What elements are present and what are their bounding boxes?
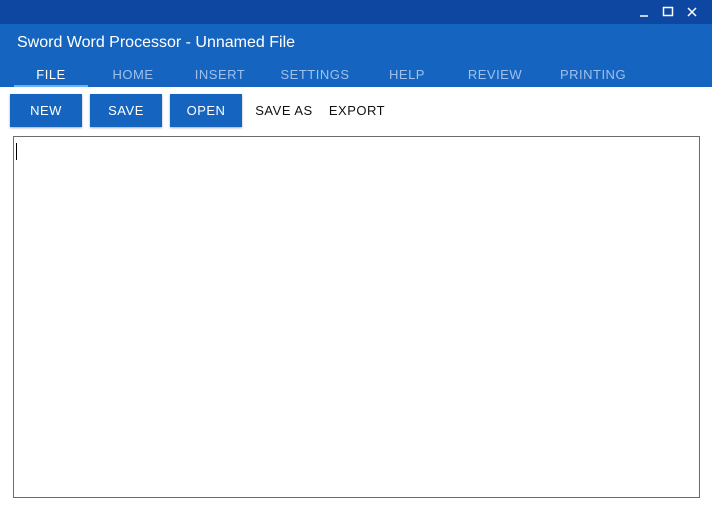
tab-review[interactable]: REVIEW (459, 65, 531, 87)
window-title: Sword Word Processor - Unnamed File (17, 34, 296, 51)
file-toolbar: NEW SAVE OPEN SAVE AS EXPORT (0, 87, 712, 133)
tab-help[interactable]: HELP (376, 65, 438, 87)
maximize-button[interactable] (656, 0, 680, 24)
close-button[interactable] (680, 0, 704, 24)
save-button[interactable]: SAVE (90, 94, 162, 127)
tab-home[interactable]: HOME (96, 65, 170, 87)
window-controls (632, 0, 704, 24)
new-button[interactable]: NEW (10, 94, 82, 127)
tab-settings[interactable]: SETTINGS (273, 65, 357, 87)
ribbon-tabs: FILE HOME INSERT SETTINGS HELP REVIEW PR… (0, 65, 712, 87)
text-caret (16, 143, 17, 160)
document-editor[interactable] (13, 136, 700, 498)
tab-insert[interactable]: INSERT (182, 65, 258, 87)
app-header: Sword Word Processor - Unnamed File FILE… (0, 24, 712, 87)
tab-printing[interactable]: PRINTING (553, 65, 633, 87)
tab-file[interactable]: FILE (14, 65, 88, 87)
close-icon (687, 7, 697, 17)
title-bar[interactable] (0, 0, 712, 24)
minimize-button[interactable] (632, 0, 656, 24)
minimize-icon (640, 15, 648, 17)
export-button[interactable]: EXPORT (324, 94, 390, 127)
app-window: Sword Word Processor - Unnamed File FILE… (0, 0, 712, 514)
open-button[interactable]: OPEN (170, 94, 242, 127)
maximize-icon (662, 6, 674, 17)
save-as-button[interactable]: SAVE AS (248, 94, 320, 127)
